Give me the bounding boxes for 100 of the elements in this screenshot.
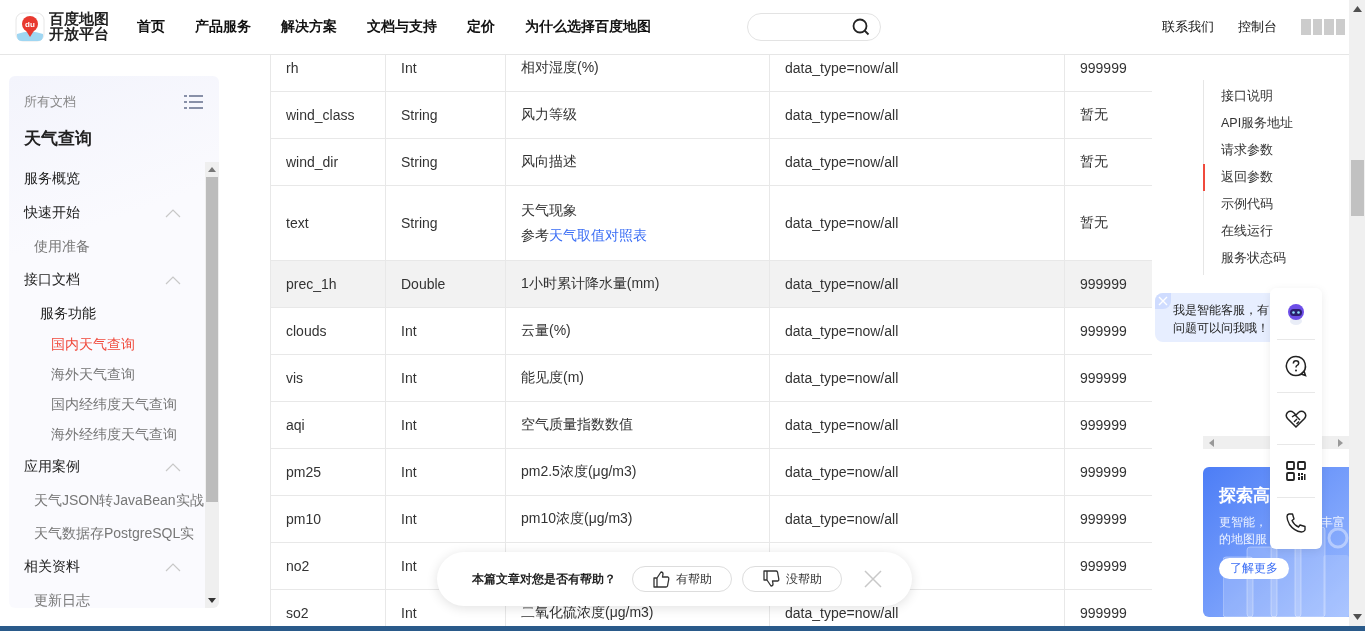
learn-more-button[interactable]: 了解更多 — [1219, 558, 1289, 579]
thumbs-down-icon[interactable] — [762, 570, 780, 588]
blurred-user-name[interactable] — [1301, 19, 1345, 35]
logo-text[interactable]: 开放平台 — [49, 27, 109, 42]
thumbs-up-icon[interactable] — [652, 570, 670, 588]
nav-link[interactable]: 产品服务 — [195, 18, 251, 36]
helpful-button[interactable]: 有帮助 — [632, 566, 732, 592]
table-cell: 风力等级 — [505, 91, 770, 139]
sidebar-item[interactable]: 天气JSON转JavaBean实战 — [34, 491, 204, 510]
table-cell: no2 — [270, 542, 386, 590]
table-cell: data_type=now/all — [769, 401, 1065, 449]
table-cell: data_type=now/all — [769, 91, 1065, 139]
table-cell: String — [385, 91, 506, 139]
logo-text[interactable]: 百度地图 — [49, 12, 109, 27]
sidebar-item[interactable]: 国内天气查询 — [51, 336, 135, 354]
chevron-up-icon[interactable] — [165, 275, 181, 285]
sidebar-scrollbar[interactable] — [205, 162, 219, 608]
sidebar-item[interactable]: 更新日志 — [34, 591, 90, 608]
sidebar-item[interactable]: 国内经纬度天气查询 — [51, 396, 177, 414]
table-cell: Int — [385, 354, 506, 402]
table-cell: data_type=now/all — [769, 138, 1065, 186]
toc-link[interactable]: 请求参数 — [1203, 137, 1334, 164]
scroll-left-arrow-icon[interactable] — [1209, 438, 1214, 447]
scroll-up-arrow-icon[interactable] — [1352, 6, 1362, 12]
chevron-up-icon[interactable] — [165, 462, 181, 472]
table-cell: pm10浓度(μg/m3) — [505, 495, 770, 543]
table-cell: Int — [385, 401, 506, 449]
nav-link[interactable]: 为什么选择百度地图 — [525, 18, 651, 36]
table-cell: 风向描述 — [505, 138, 770, 186]
table-cell: Int — [385, 495, 506, 543]
table-cell: 能见度(m) — [505, 354, 770, 402]
table-cell: pm25 — [270, 448, 386, 496]
qr-code-icon[interactable] — [1284, 458, 1308, 483]
toc-link[interactable]: API服务地址 — [1203, 110, 1334, 137]
chevron-up-icon[interactable] — [165, 562, 181, 572]
nav-link[interactable]: 文档与支持 — [367, 18, 437, 36]
nav-link[interactable]: 解决方案 — [281, 18, 337, 36]
table-cell: Int — [385, 307, 506, 355]
toc-link[interactable]: 服务状态码 — [1203, 245, 1334, 272]
banner-text: 更智能， — [1219, 515, 1267, 530]
toc-link[interactable]: 示例代码 — [1203, 191, 1334, 218]
table-cell: prec_1h — [270, 260, 386, 308]
sidebar-title: 天气查询 — [23, 128, 93, 150]
phone-icon[interactable] — [1284, 511, 1308, 536]
table-cell: wind_class — [270, 91, 386, 139]
table-cell: data_type=now/all — [769, 185, 1065, 261]
scrollbar-thumb[interactable] — [206, 177, 218, 502]
list-icon[interactable] — [184, 95, 203, 109]
scroll-up-arrow-icon[interactable] — [208, 167, 216, 172]
scroll-right-arrow-icon[interactable] — [1338, 438, 1343, 447]
banner-text: 丰富 — [1321, 515, 1345, 530]
sidebar-item[interactable]: 服务概览 — [24, 170, 80, 188]
table-cell: data_type=now/all — [769, 495, 1065, 543]
close-icon[interactable] — [864, 570, 882, 588]
sidebar-item[interactable]: 服务功能 — [40, 304, 96, 323]
table-cell: 云量(%) — [505, 307, 770, 355]
table-cell: data_type=now/all — [769, 307, 1065, 355]
table-cell: aqi — [270, 401, 386, 449]
header-link[interactable]: 联系我们 — [1162, 18, 1214, 36]
table-cell: Int — [385, 448, 506, 496]
table-cell: 1小时累计降水量(mm) — [505, 260, 770, 308]
sidebar-item[interactable]: 海外经纬度天气查询 — [51, 426, 177, 444]
sidebar-item[interactable]: 天气数据存PostgreSQL实 — [34, 524, 195, 543]
not-helpful-button[interactable]: 没帮助 — [742, 566, 842, 592]
sidebar-item[interactable]: 海外天气查询 — [51, 366, 135, 384]
scrollbar-thumb[interactable] — [1350, 160, 1364, 216]
table-cell: data_type=now/all — [769, 260, 1065, 308]
toc-link[interactable]: 返回参数 — [1203, 164, 1334, 191]
scroll-down-arrow-icon[interactable] — [208, 598, 216, 603]
search-icon[interactable] — [852, 18, 870, 36]
sidebar-item[interactable]: 使用准备 — [34, 237, 90, 256]
scroll-down-arrow-icon[interactable] — [1352, 614, 1362, 620]
help-icon[interactable] — [1284, 354, 1308, 379]
table-cell: vis — [270, 354, 386, 402]
nav-link[interactable]: 首页 — [137, 18, 165, 36]
sidebar-item[interactable]: 接口文档 — [24, 271, 80, 289]
table-cell: clouds — [270, 307, 386, 355]
reference-note: 参考天气取值对照表 — [521, 226, 648, 245]
toc-link[interactable]: 接口说明 — [1203, 83, 1334, 110]
table-cell: wind_dir — [270, 138, 386, 186]
sidebar-item[interactable]: 应用案例 — [24, 458, 80, 476]
nav-link[interactable]: 定价 — [467, 18, 495, 36]
sidebar-item[interactable]: 快速开始 — [24, 204, 80, 222]
sidebar-item[interactable]: 相关资料 — [24, 558, 80, 576]
table-cell: pm10 — [270, 495, 386, 543]
chevron-up-icon[interactable] — [165, 208, 181, 218]
banner-title: 探索高 — [1219, 485, 1271, 507]
table-cell: data_type=now/all — [769, 448, 1065, 496]
banner-text: 的地图服 — [1219, 532, 1268, 547]
toc-link[interactable]: 在线运行 — [1203, 218, 1334, 245]
table-cell: data_type=now/all — [769, 354, 1065, 402]
table-cell: text — [270, 185, 386, 261]
header-link[interactable]: 控制台 — [1238, 18, 1277, 36]
doc-link[interactable]: 天气取值对照表 — [549, 227, 647, 243]
logo-icon[interactable]: du — [15, 12, 45, 42]
table-cell-text: 天气现象 — [521, 201, 578, 220]
table-cell: pm2.5浓度(μg/m3) — [505, 448, 770, 496]
table-cell: Double — [385, 260, 506, 308]
page-scrollbar[interactable] — [1349, 0, 1365, 626]
table-cell: String — [385, 185, 506, 261]
